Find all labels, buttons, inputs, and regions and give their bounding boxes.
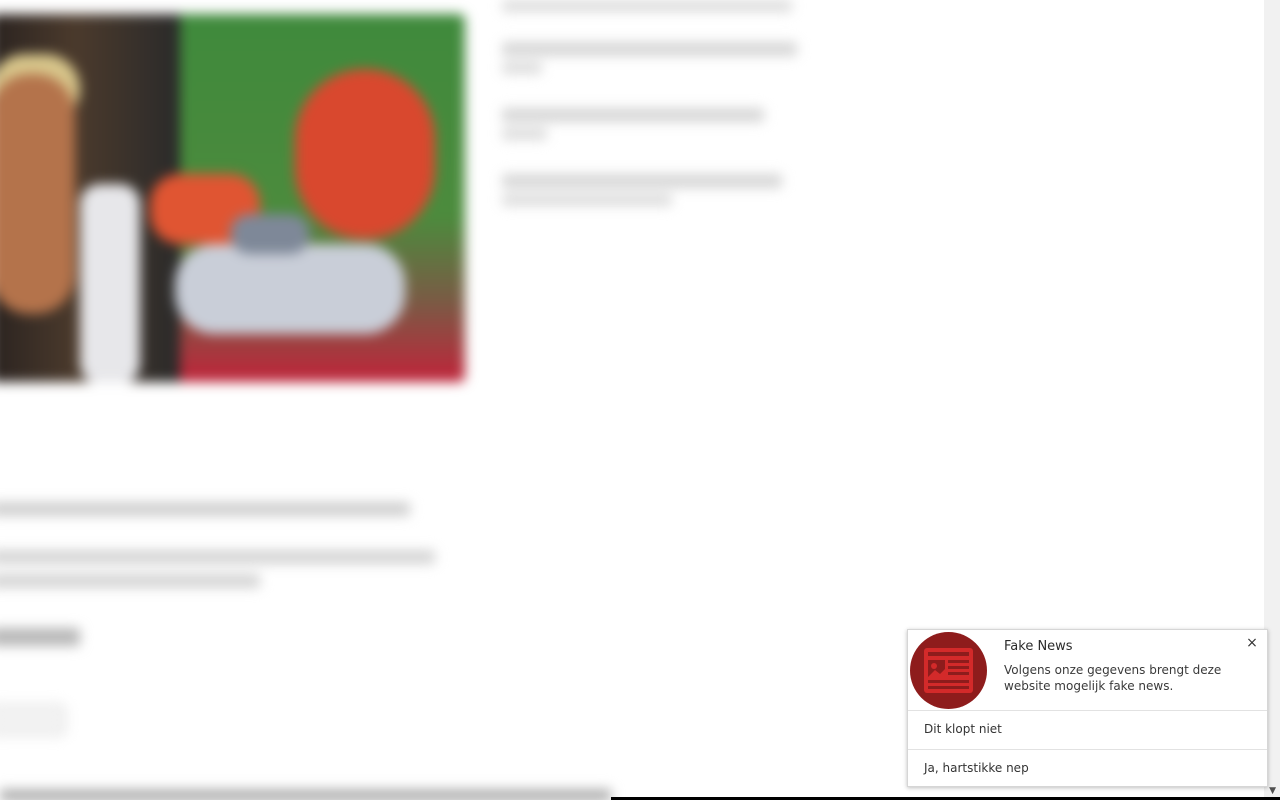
notification-message: Volgens onze gegevens brengt deze websit… <box>1004 663 1222 693</box>
related-article-link[interactable] <box>502 62 542 74</box>
browser-viewport: ▼ Fake News Volgens onze gegevens brengt… <box>0 0 1280 800</box>
scroll-down-arrow-icon[interactable]: ▼ <box>1269 784 1276 798</box>
close-icon[interactable]: × <box>1245 635 1259 651</box>
action-button-not-correct[interactable]: Dit klopt niet <box>908 710 1267 748</box>
related-article-link[interactable] <box>502 128 547 140</box>
related-article-link[interactable] <box>502 174 782 188</box>
related-article-link[interactable] <box>502 108 764 122</box>
related-article-link[interactable] <box>502 194 672 206</box>
related-article-link[interactable] <box>502 0 792 12</box>
related-article-link[interactable] <box>502 42 797 56</box>
notification-title: Fake News <box>1004 639 1073 654</box>
article-body-line <box>0 574 260 588</box>
article-hero-image <box>0 14 465 382</box>
article-body-line <box>0 502 410 516</box>
article-subheading <box>0 628 80 646</box>
action-button-confirm-fake[interactable]: Ja, hartstikke nep <box>908 749 1267 787</box>
fake-news-notification: Fake News Volgens onze gegevens brengt d… <box>907 629 1268 787</box>
page-bottom-bar <box>0 788 611 800</box>
newspaper-icon <box>910 632 987 709</box>
share-button[interactable] <box>0 704 66 736</box>
article-body-line <box>0 550 435 564</box>
